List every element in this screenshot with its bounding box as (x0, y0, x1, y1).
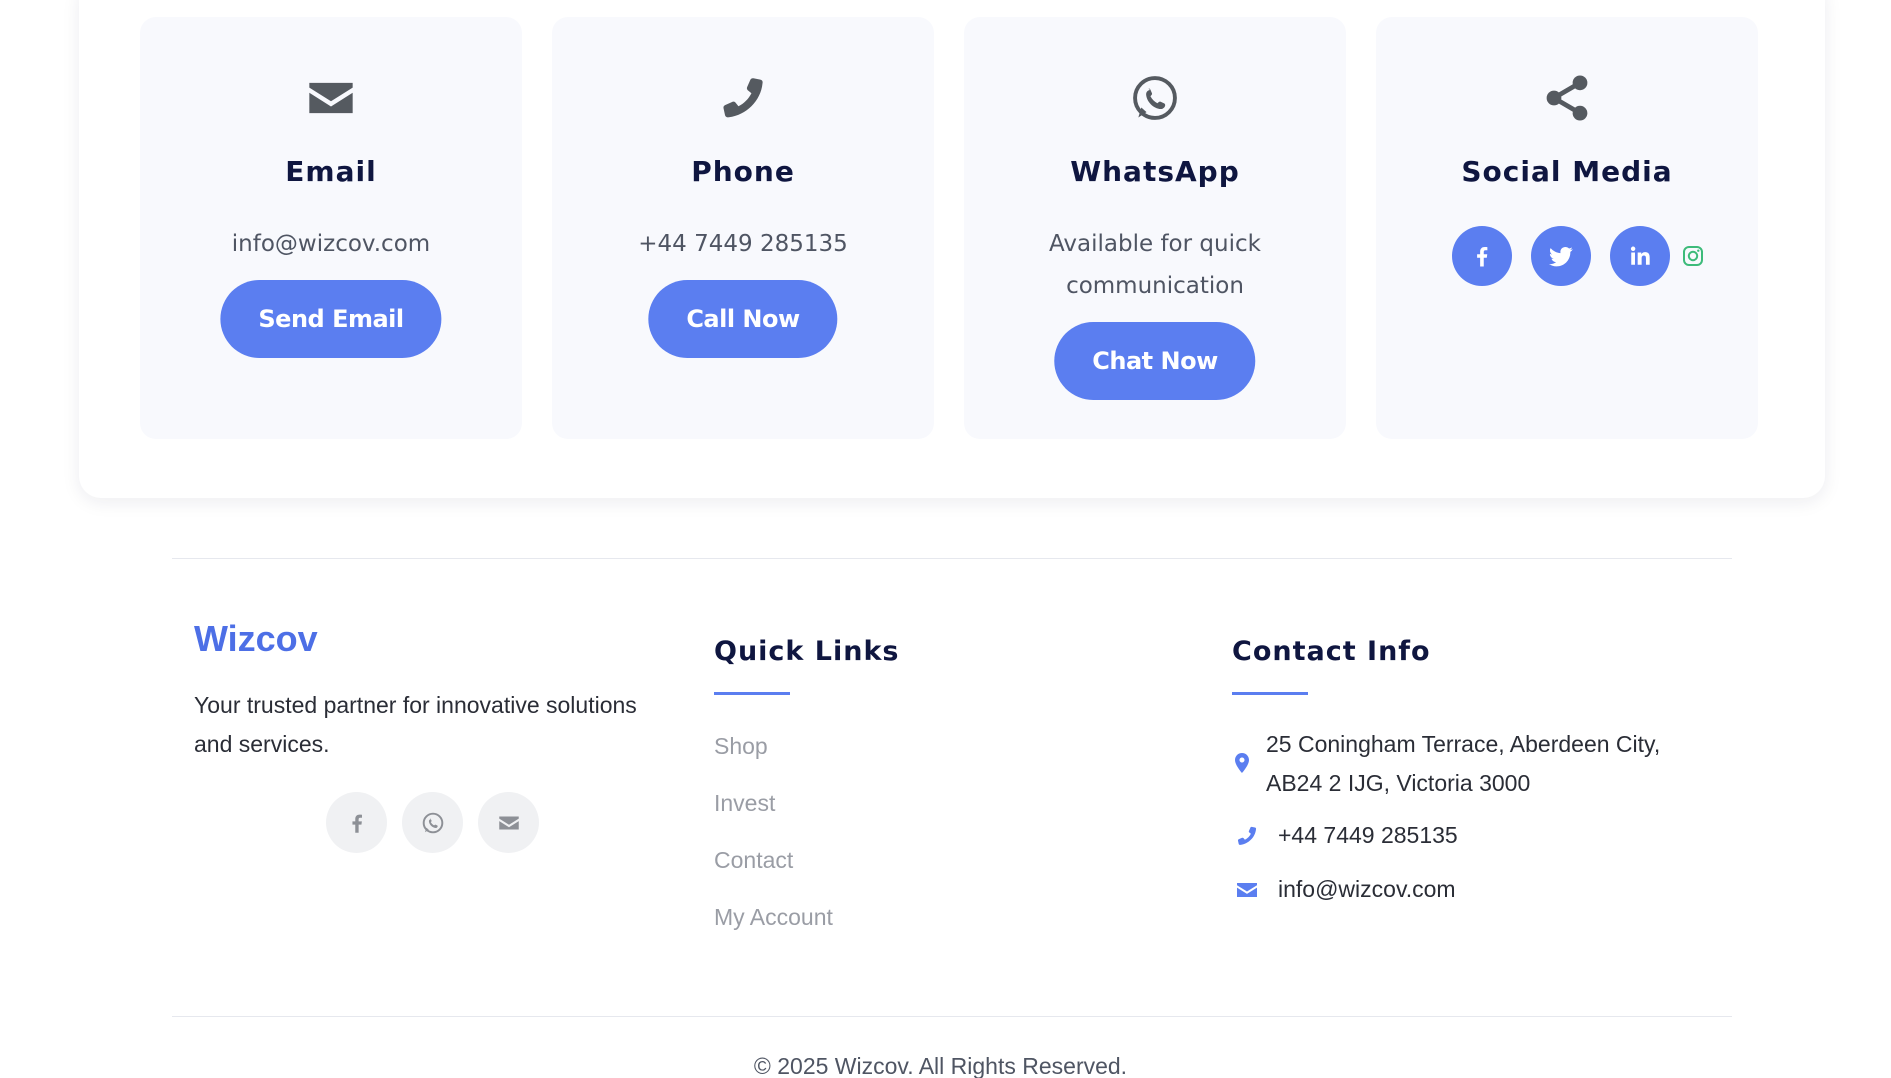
card-title: Phone (691, 155, 795, 188)
quick-link-shop[interactable]: Shop (714, 733, 768, 760)
whatsapp-icon (422, 812, 443, 833)
twitter-icon (1548, 246, 1573, 267)
envelope-icon (1237, 883, 1257, 897)
social-media-card: Social Media (1376, 17, 1758, 439)
quick-link-my-account[interactable]: My Account (714, 904, 833, 931)
footer-social-links (326, 792, 539, 853)
social-links (1376, 226, 1758, 286)
quick-link-invest[interactable]: Invest (714, 790, 775, 817)
send-email-button[interactable]: Send Email (220, 280, 442, 358)
call-now-button[interactable]: Call Now (648, 280, 838, 358)
footer-tagline: Your trusted partner for innovative solu… (194, 692, 637, 757)
copyright-text: © 2025 Wizcov. All Rights Reserved. (753, 1053, 1128, 1078)
share-icon (1376, 72, 1758, 122)
card-title: Social Media (1461, 155, 1673, 188)
envelope-icon (498, 816, 519, 829)
contact-info-underline (1232, 692, 1308, 695)
quick-links-underline (714, 692, 790, 695)
phone-card: Phone +44 7449 285135 Call Now (552, 17, 934, 439)
contact-phone: +44 7449 285135 (1232, 816, 1458, 855)
envelope-icon (140, 72, 522, 122)
contact-info-title: Contact Info (1232, 636, 1431, 667)
footer-facebook-link[interactable] (326, 792, 387, 853)
quick-links-title: Quick Links (714, 636, 900, 667)
contact-email-text[interactable]: info@wizcov.com (1278, 870, 1456, 909)
card-text: info@wizcov.com (231, 231, 431, 257)
whatsapp-icon (964, 72, 1346, 122)
contact-phone-text[interactable]: +44 7449 285135 (1278, 816, 1458, 855)
facebook-icon (351, 814, 362, 833)
whatsapp-card: WhatsApp Available for quick communicati… (964, 17, 1346, 439)
phone-icon (1237, 826, 1257, 845)
card-text: +44 7449 285135 (638, 231, 848, 257)
contact-address: 25 Coningham Terrace, Aberdeen City, AB2… (1230, 725, 1706, 803)
footer-top-divider (172, 558, 1732, 559)
instagram-icon[interactable] (1681, 244, 1705, 268)
facebook-icon (1476, 247, 1487, 267)
footer-brand[interactable]: Wizcov (194, 618, 318, 660)
footer-email-link[interactable] (478, 792, 539, 853)
footer-whatsapp-link[interactable] (402, 792, 463, 853)
email-card: Email info@wizcov.com Send Email (140, 17, 522, 439)
contact-email: info@wizcov.com (1232, 870, 1456, 909)
map-pin-icon (1235, 753, 1249, 773)
contact-methods-panel: Email info@wizcov.com Send Email Phone +… (79, 0, 1825, 498)
linkedin-icon (1630, 246, 1650, 265)
linkedin-link[interactable] (1609, 226, 1670, 286)
card-title: WhatsApp (1070, 155, 1240, 188)
chat-now-button[interactable]: Chat Now (1054, 322, 1256, 400)
card-text: Available for quick communication (1049, 231, 1261, 299)
phone-icon (552, 72, 934, 122)
card-title: Email (285, 155, 377, 188)
facebook-link[interactable] (1451, 226, 1512, 286)
contact-address-text: 25 Coningham Terrace, Aberdeen City, AB2… (1266, 731, 1661, 796)
footer-bottom-divider (172, 1016, 1732, 1017)
quick-link-contact[interactable]: Contact (714, 847, 793, 874)
twitter-link[interactable] (1530, 226, 1591, 286)
